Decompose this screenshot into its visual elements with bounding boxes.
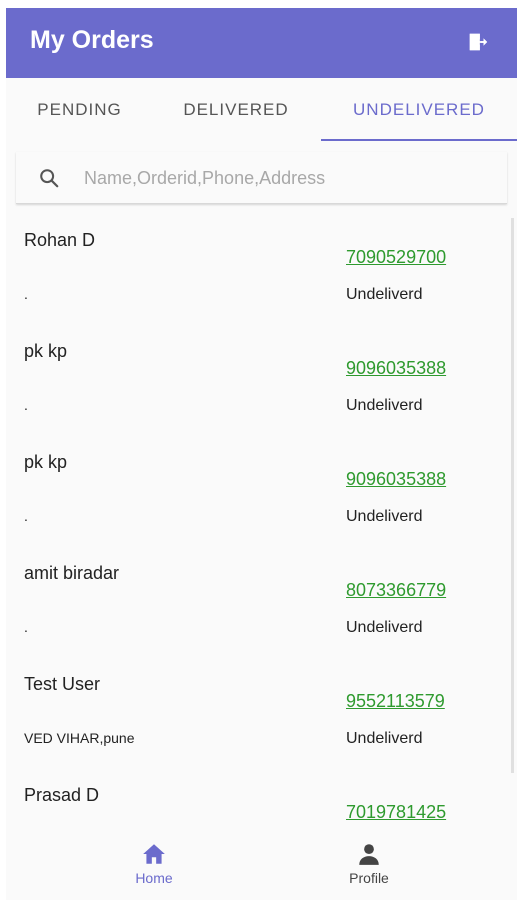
order-status: Undeliverd [346, 397, 423, 414]
home-icon [143, 844, 165, 864]
app-bar: My Orders [6, 8, 517, 78]
order-item[interactable]: pk kp . 9096035388 Undeliverd [6, 435, 517, 546]
customer-address: . [24, 619, 28, 635]
order-tabs: PENDING DELIVERED UNDELIVERED [6, 78, 517, 142]
search-input[interactable] [84, 162, 484, 194]
customer-address: . [24, 286, 28, 302]
orders-list: Rohan D . 7090529700 Undeliverd pk kp . … [6, 213, 517, 823]
tab-undelivered[interactable]: UNDELIVERED [321, 78, 517, 142]
phone-link[interactable]: 9552113579 [346, 691, 445, 712]
order-item[interactable]: pk kp . 9096035388 Undeliverd [6, 324, 517, 435]
tab-pending[interactable]: PENDING [12, 78, 147, 142]
order-status: Undeliverd [346, 286, 423, 303]
nav-profile[interactable]: Profile [319, 841, 419, 896]
customer-name: Test User [24, 674, 101, 694]
bottom-navigation: Home Profile [6, 833, 517, 900]
nav-profile-label: Profile [349, 870, 389, 886]
customer-address: . [24, 508, 28, 524]
order-status: Undeliverd [346, 730, 423, 747]
customer-address: . [24, 397, 28, 413]
person-icon [359, 844, 379, 865]
nav-home[interactable]: Home [104, 841, 204, 896]
customer-address: VED VIHAR,pune [24, 730, 135, 746]
app-screen: My Orders PENDING DELIVERED UNDELIVERED … [6, 8, 517, 900]
order-item[interactable]: amit biradar . 8073366779 Undeliverd [6, 546, 517, 657]
search-icon [40, 169, 59, 188]
order-item[interactable]: Rohan D . 7090529700 Undeliverd [6, 213, 517, 324]
customer-name: pk kp [24, 452, 68, 472]
phone-link[interactable]: 9096035388 [346, 469, 446, 490]
customer-name: Rohan D [24, 230, 96, 250]
customer-name: amit biradar [24, 563, 120, 583]
search-bar [16, 152, 507, 204]
logout-icon[interactable] [467, 31, 489, 53]
page-title: My Orders [30, 26, 154, 54]
order-item[interactable]: Prasad D 7019781425 [6, 768, 517, 823]
order-status: Undeliverd [346, 508, 423, 525]
order-item[interactable]: Test User VED VIHAR,pune 9552113579 Unde… [6, 657, 517, 768]
active-tab-indicator [321, 139, 517, 141]
customer-name: Prasad D [24, 785, 100, 805]
phone-link[interactable]: 8073366779 [346, 580, 446, 601]
phone-link[interactable]: 7090529700 [346, 247, 446, 268]
phone-link[interactable]: 9096035388 [346, 358, 446, 379]
phone-link[interactable]: 7019781425 [346, 802, 446, 823]
customer-name: pk kp [24, 341, 68, 361]
nav-home-label: Home [135, 870, 173, 886]
list-scrollbar[interactable] [511, 218, 514, 773]
order-status: Undeliverd [346, 619, 423, 636]
tab-delivered[interactable]: DELIVERED [166, 78, 306, 142]
